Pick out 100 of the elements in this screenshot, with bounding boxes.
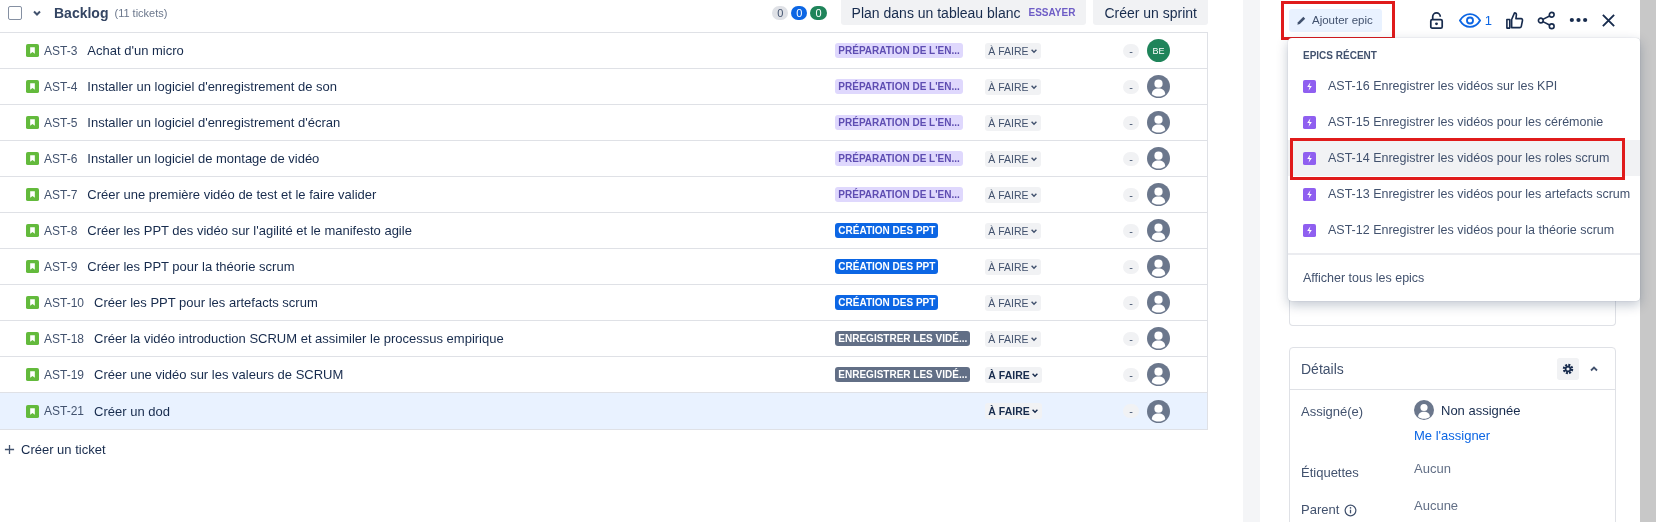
- epic-menu-item[interactable]: AST-13 Enregistrer les vidéos pour les artefacts scrum: [1288, 176, 1640, 212]
- issue-key[interactable]: AST-4: [44, 79, 78, 94]
- user-avatar-icon[interactable]: [1147, 363, 1170, 386]
- issue-key[interactable]: AST-8: [44, 223, 78, 238]
- issue-key[interactable]: AST-19: [44, 367, 85, 382]
- create-ticket-button[interactable]: Créer un ticket: [0, 442, 110, 457]
- estimate-badge: -: [1123, 79, 1139, 94]
- issue-key[interactable]: AST-10: [44, 295, 85, 310]
- thumbs-up-icon[interactable]: [1505, 10, 1524, 30]
- eye-icon: [1458, 12, 1481, 28]
- estimate-badge: -: [1123, 259, 1139, 274]
- user-avatar-icon[interactable]: [1147, 111, 1170, 134]
- epic-tag[interactable]: PRÉPARATION DE L'EN...: [835, 115, 963, 130]
- lightning-icon: [1303, 151, 1316, 165]
- status-dropdown[interactable]: À FAIRE: [985, 78, 1041, 95]
- issue-row[interactable]: AST-18 Créer la vidéo introduction SCRUM et assimiler le processus empirique ENREGISTRER LES VIDÉ... À FAIRE -: [0, 321, 1207, 357]
- issue-summary: Créer les PPT des vidéo sur l'agilité et le manifesto agile: [87, 223, 413, 238]
- issue-row[interactable]: AST-7 Créer une première vidéo de test et le faire valider PRÉPARATION DE L'EN... À FAIRE -: [0, 177, 1207, 213]
- field-label: Étiquettes: [1301, 465, 1359, 480]
- issue-row[interactable]: AST-5 Installer un logiciel d'enregistrement d'écran PRÉPARATION DE L'EN... À FAIRE -: [0, 105, 1207, 141]
- issue-row[interactable]: AST-10 Créer les PPT pour les artefacts scrum CRÉATION DES PPT À FAIRE -: [0, 285, 1207, 321]
- share-icon[interactable]: [1537, 10, 1556, 30]
- epic-tag[interactable]: PRÉPARATION DE L'EN...: [835, 151, 963, 166]
- status-dropdown[interactable]: À FAIRE: [985, 114, 1041, 131]
- user-avatar-icon[interactable]: [1147, 255, 1170, 278]
- user-avatar-icon[interactable]: [1147, 183, 1170, 206]
- status-dropdown[interactable]: À FAIRE: [985, 294, 1041, 311]
- status-dropdown[interactable]: À FAIRE: [985, 330, 1041, 347]
- count-badge: 0: [791, 5, 808, 20]
- settings-icon[interactable]: [1557, 357, 1579, 380]
- issue-key[interactable]: AST-5: [44, 115, 78, 130]
- issue-key[interactable]: AST-7: [44, 187, 78, 202]
- issue-summary: Installer un logiciel de montage de vidéo: [87, 151, 321, 166]
- issue-row[interactable]: AST-6 Installer un logiciel de montage de vidéo PRÉPARATION DE L'EN... À FAIRE -: [0, 141, 1207, 177]
- close-icon[interactable]: [1601, 12, 1616, 28]
- status-dropdown[interactable]: À FAIRE: [985, 403, 1042, 419]
- epic-tag[interactable]: ENREGISTRER LES VIDÉ...: [835, 367, 971, 382]
- issue-summary: Créer une vidéo sur les valeurs de SCRUM: [94, 367, 345, 382]
- epic-tag[interactable]: PRÉPARATION DE L'EN...: [835, 43, 963, 58]
- epic-tag[interactable]: CRÉATION DES PPT: [835, 295, 939, 310]
- status-dropdown[interactable]: À FAIRE: [985, 186, 1041, 203]
- estimate-badge: -: [1123, 223, 1139, 238]
- create-sprint-button[interactable]: Créer un sprint: [1093, 0, 1208, 25]
- assign-to-me-link[interactable]: Me l'assigner: [1414, 428, 1604, 443]
- issue-row[interactable]: AST-4 Installer un logiciel d'enregistrement de son PRÉPARATION DE L'EN... À FAIRE -: [0, 69, 1207, 105]
- estimate-badge: -: [1123, 295, 1139, 310]
- estimate-badge: -: [1123, 187, 1139, 202]
- field-value[interactable]: Aucune: [1414, 498, 1604, 513]
- epic-tag[interactable]: CRÉATION DES PPT: [835, 223, 939, 238]
- field-value[interactable]: Non assignée: [1441, 402, 1521, 418]
- story-icon: [26, 188, 39, 201]
- issue-key[interactable]: AST-18: [44, 331, 85, 346]
- issue-row[interactable]: AST-21 Créer un dod À FAIRE -: [0, 393, 1207, 429]
- issue-row[interactable]: AST-8 Créer les PPT des vidéo sur l'agilité et le manifesto agile CRÉATION DES PPT À FAIRE -: [0, 213, 1207, 249]
- field-value[interactable]: Aucun: [1414, 461, 1604, 476]
- estimate-badge: -: [1123, 331, 1139, 346]
- story-icon: [26, 260, 39, 273]
- select-checkbox[interactable]: [8, 5, 22, 20]
- issue-row[interactable]: AST-3 Achat d'un micro PRÉPARATION DE L'EN... À FAIRE - BE: [0, 33, 1207, 69]
- epic-tag[interactable]: CRÉATION DES PPT: [835, 259, 939, 274]
- issue-row[interactable]: AST-9 Créer les PPT pour la théorie scrum CRÉATION DES PPT À FAIRE -: [0, 249, 1207, 285]
- issue-key[interactable]: AST-3: [44, 43, 78, 58]
- show-all-epics-link[interactable]: Afficher tous les epics: [1303, 271, 1425, 285]
- epic-menu-item[interactable]: AST-15 Enregistrer les vidéos pour les cérémonie: [1288, 104, 1640, 140]
- epic-tag[interactable]: ENREGISTRER LES VIDÉ...: [835, 331, 971, 346]
- status-dropdown[interactable]: À FAIRE: [985, 258, 1041, 275]
- field-label: Parent: [1301, 502, 1340, 517]
- epic-name: AST-16 Enregistrer les vidéos sur les KPI: [1328, 79, 1558, 93]
- lightning-icon: [1303, 187, 1316, 201]
- try-label: ESSAYER: [1028, 7, 1076, 18]
- info-icon[interactable]: [1344, 504, 1358, 517]
- user-avatar-icon[interactable]: [1147, 399, 1170, 423]
- user-avatar-icon[interactable]: [1147, 327, 1170, 350]
- story-icon: [26, 368, 39, 381]
- estimate-badge: -: [1123, 43, 1139, 58]
- scrollbar[interactable]: [1640, 0, 1656, 522]
- watch-button[interactable]: 1: [1458, 12, 1492, 28]
- story-icon: [26, 296, 39, 309]
- epic-tag[interactable]: PRÉPARATION DE L'EN...: [835, 79, 963, 94]
- epic-menu-item[interactable]: AST-12 Enregistrer les vidéos pour la théorie scrum: [1288, 212, 1640, 248]
- epic-tag[interactable]: PRÉPARATION DE L'EN...: [835, 187, 963, 202]
- status-dropdown[interactable]: À FAIRE: [985, 42, 1041, 59]
- user-avatar-icon[interactable]: [1147, 75, 1170, 98]
- add-epic-button[interactable]: Ajouter epic: [1289, 8, 1382, 32]
- epic-menu-item[interactable]: AST-16 Enregistrer les vidéos sur les KPI: [1288, 68, 1640, 104]
- issue-key[interactable]: AST-9: [44, 259, 78, 274]
- status-dropdown[interactable]: À FAIRE: [985, 366, 1042, 383]
- status-dropdown[interactable]: À FAIRE: [985, 222, 1041, 239]
- issue-key[interactable]: AST-6: [44, 151, 78, 166]
- issue-summary: Installer un logiciel d'enregistrement d'écran: [87, 115, 342, 130]
- epic-name: AST-12 Enregistrer les vidéos pour la théorie scrum: [1328, 223, 1615, 237]
- status-dropdown[interactable]: À FAIRE: [985, 150, 1041, 167]
- issue-key[interactable]: AST-21: [44, 404, 85, 418]
- plus-icon: [4, 444, 15, 455]
- whiteboard-button[interactable]: Plan dans un tableau blanc ESSAYER: [840, 0, 1087, 25]
- user-avatar-icon[interactable]: [1147, 291, 1170, 314]
- user-avatar-icon[interactable]: [1147, 219, 1170, 242]
- avatar[interactable]: BE: [1147, 39, 1170, 62]
- user-avatar-icon[interactable]: [1147, 147, 1170, 170]
- more-icon[interactable]: [1569, 17, 1588, 23]
